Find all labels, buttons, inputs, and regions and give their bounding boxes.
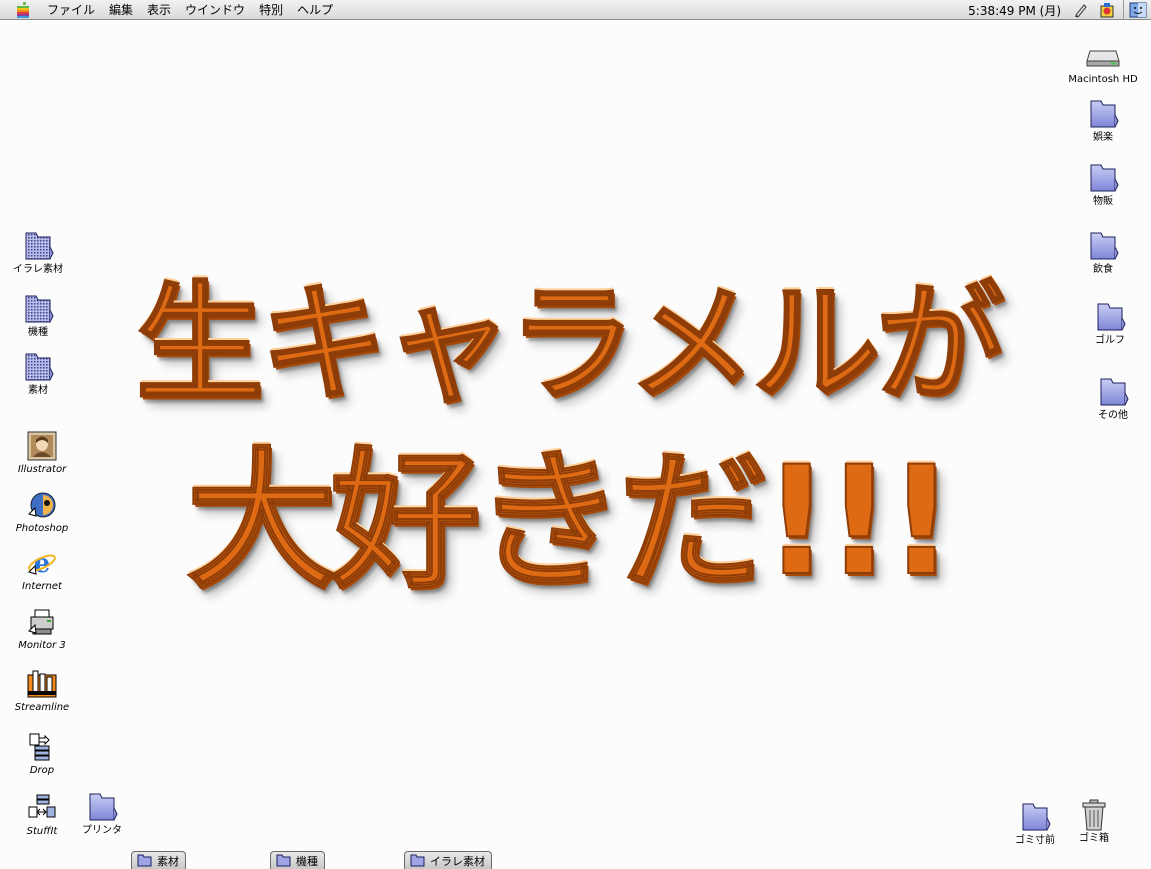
pencil-icon[interactable] [1071,1,1091,19]
icon-label: Internet [22,581,62,592]
desktop-icon-kishu[interactable]: 機種 [0,293,78,339]
icon-label: 機種 [28,327,48,338]
icon-label: Monitor 3 [18,640,66,651]
desktop-icon-irare-sozai[interactable]: イラレ素材 [0,230,78,276]
stuffit-icon [25,792,59,824]
dropstuff-icon [25,731,59,763]
menu-view[interactable]: 表示 [140,0,178,20]
menu-bar-extras: 5:38:49 PM (月) [968,0,1151,20]
headline-line-2: 大好きだ!!! [185,434,956,610]
icon-label: プリンタ [82,825,122,836]
icon-label: ゴミ箱 [1079,833,1109,844]
icon-label: ゴルフ [1095,335,1125,346]
desktop-icon-goraku[interactable]: 娯楽 [1063,98,1143,144]
menu-edit[interactable]: 編集 [102,0,140,20]
desktop-icon-golf[interactable]: ゴルフ [1070,301,1150,347]
menu-bar: ファイル 編集 表示 ウインドウ 特別 ヘルプ 5:38:49 PM (月) [0,0,1151,20]
illustrator-icon [25,430,59,462]
desktop-icon-illustrator[interactable]: Illustrator [2,430,82,476]
folder-icon [85,791,119,823]
icon-label: Photoshop [15,523,69,534]
folder-icon [1093,301,1127,333]
desktop-icon-macintosh-hd[interactable]: Macintosh HD [1063,40,1143,86]
folder-icon [1096,376,1130,408]
menu-help[interactable]: ヘルプ [290,0,340,20]
icon-label: Illustrator [17,464,67,475]
headline-line-1: 生キャラメルが [135,269,1005,420]
icon-label: 物販 [1093,196,1113,207]
popup-tab-irare-sozai[interactable]: イラレ素材 [404,851,492,869]
desktop-icon-trash[interactable]: ゴミ箱 [1054,799,1134,845]
finder-app-menu-icon[interactable] [1123,0,1151,20]
icon-label: 娯楽 [1093,132,1113,143]
icon-label: Drop [29,765,55,776]
folder-alias-icon [21,351,55,383]
folder-alias-icon [21,293,55,325]
desktop-icon-sonota[interactable]: その他 [1073,376,1151,422]
menu-window[interactable]: ウインドウ [178,0,252,20]
folder-icon [276,854,292,868]
folder-alias-icon [21,230,55,262]
photoshop-icon [25,489,59,521]
printer-monitor-icon [25,606,59,638]
tab-label: 機種 [296,854,318,868]
folder-icon [1018,801,1052,833]
icon-label: Streamline [14,702,70,713]
icon-label: 素材 [28,385,48,396]
desktop-icon-drop[interactable]: Drop [2,731,82,777]
desktop-icon-buppan[interactable]: 物販 [1063,162,1143,208]
icon-label: ゴミ寸前 [1015,835,1055,846]
icon-label: イラレ素材 [13,264,63,275]
menu-file[interactable]: ファイル [40,0,102,20]
icon-label: 飲食 [1093,264,1113,275]
application-switcher-icon[interactable] [1097,1,1117,19]
desktop-icon-monitor-3[interactable]: Monitor 3 [2,606,82,652]
internet-explorer-icon: e [25,547,59,579]
popup-tab-kishu[interactable]: 機種 [270,851,325,869]
streamline-icon [25,668,59,700]
icon-label: その他 [1098,410,1128,421]
folder-icon [1086,230,1120,262]
folder-icon [137,854,153,868]
desktop-icon-internet[interactable]: e Internet [2,547,82,593]
folder-icon [1086,98,1120,130]
desktop-icon-printer-folder[interactable]: プリンタ [62,791,142,837]
tab-label: 素材 [157,854,179,868]
folder-icon [410,854,426,868]
folder-icon [1086,162,1120,194]
menu-special[interactable]: 特別 [252,0,290,20]
desktop-icon-photoshop[interactable]: Photoshop [2,489,82,535]
apple-menu-icon[interactable] [14,1,32,18]
desktop-icon-inshoku[interactable]: 飲食 [1063,230,1143,276]
tab-label: イラレ素材 [430,854,485,868]
popup-tab-sozai[interactable]: 素材 [131,851,186,869]
menu-clock[interactable]: 5:38:49 PM (月) [968,2,1061,19]
icon-label: Macintosh HD [1068,74,1138,85]
trash-icon [1077,799,1111,831]
desktop-icon-streamline[interactable]: Streamline [2,668,82,714]
desktop-icon-sozai[interactable]: 素材 [0,351,78,397]
icon-label: StuffIt [26,826,58,837]
hard-drive-icon [1086,40,1120,72]
